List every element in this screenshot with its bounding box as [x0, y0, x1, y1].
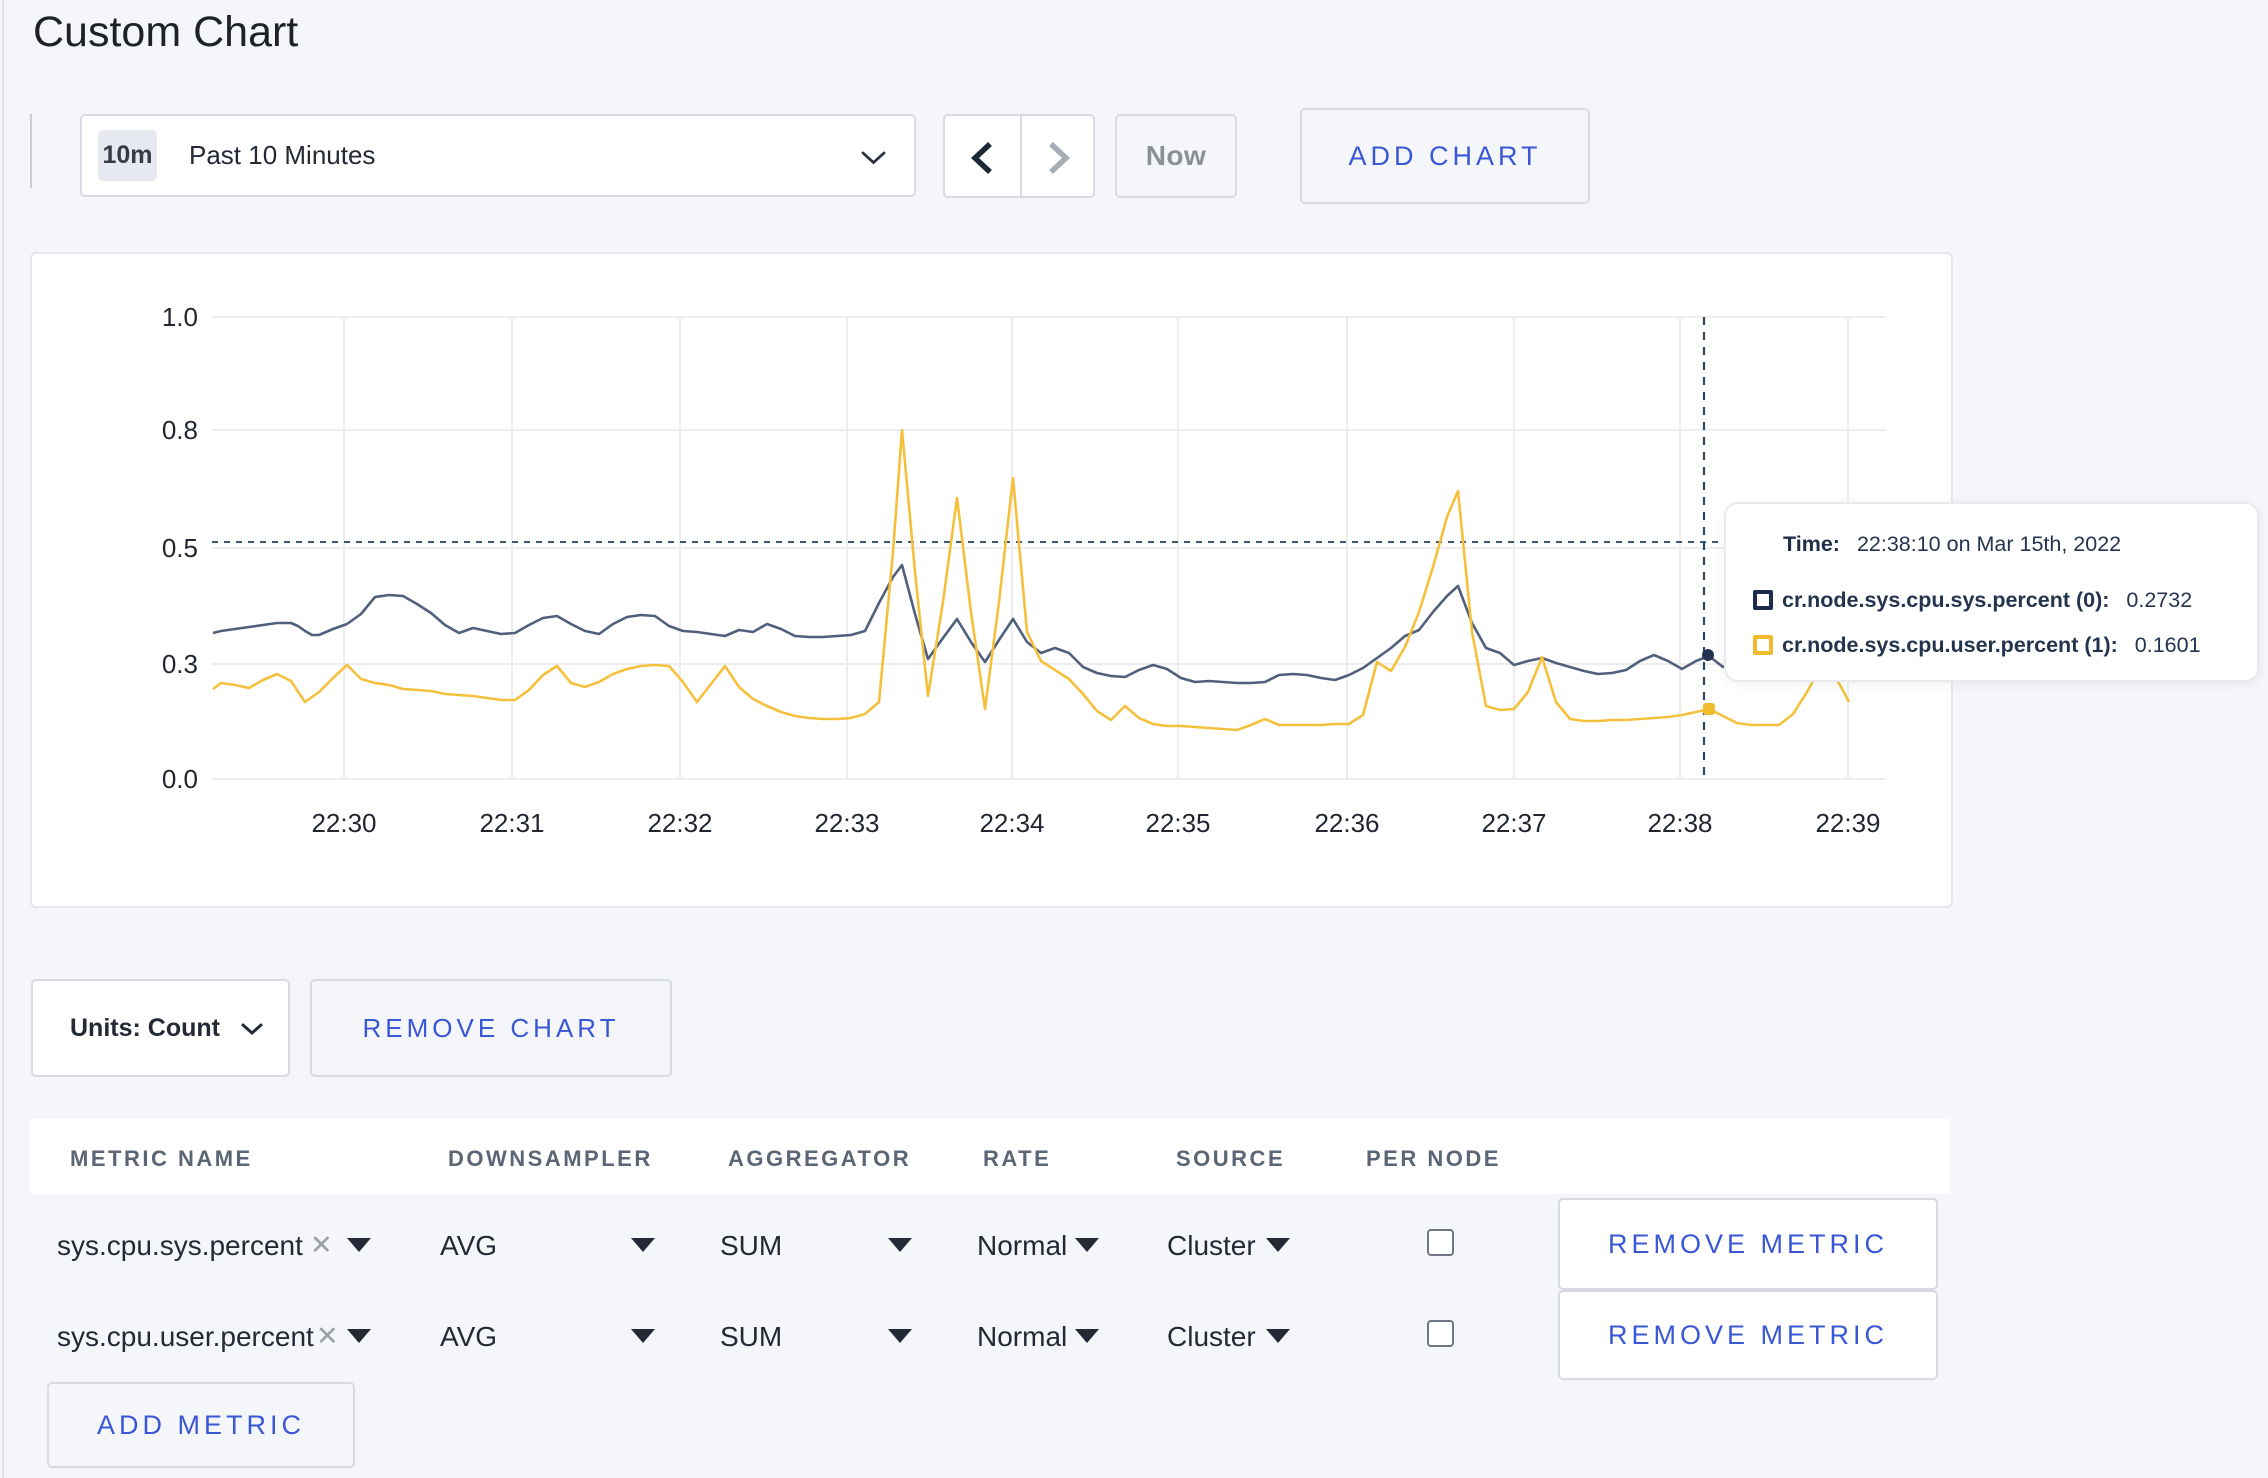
svg-text:22:32: 22:32 [647, 808, 712, 838]
svg-text:22:39: 22:39 [1815, 808, 1880, 838]
svg-text:0.8: 0.8 [162, 415, 198, 445]
svg-text:1.0: 1.0 [162, 302, 198, 332]
svg-text:0.5: 0.5 [162, 533, 198, 563]
svg-text:0.0: 0.0 [162, 764, 198, 794]
svg-text:22:36: 22:36 [1314, 808, 1379, 838]
svg-text:22:35: 22:35 [1145, 808, 1210, 838]
svg-text:22:34: 22:34 [979, 808, 1044, 838]
svg-text:0.3: 0.3 [162, 649, 198, 679]
svg-text:22:38: 22:38 [1647, 808, 1712, 838]
svg-text:22:31: 22:31 [479, 808, 544, 838]
svg-text:22:33: 22:33 [814, 808, 879, 838]
svg-text:22:30: 22:30 [311, 808, 376, 838]
svg-text:22:37: 22:37 [1481, 808, 1546, 838]
